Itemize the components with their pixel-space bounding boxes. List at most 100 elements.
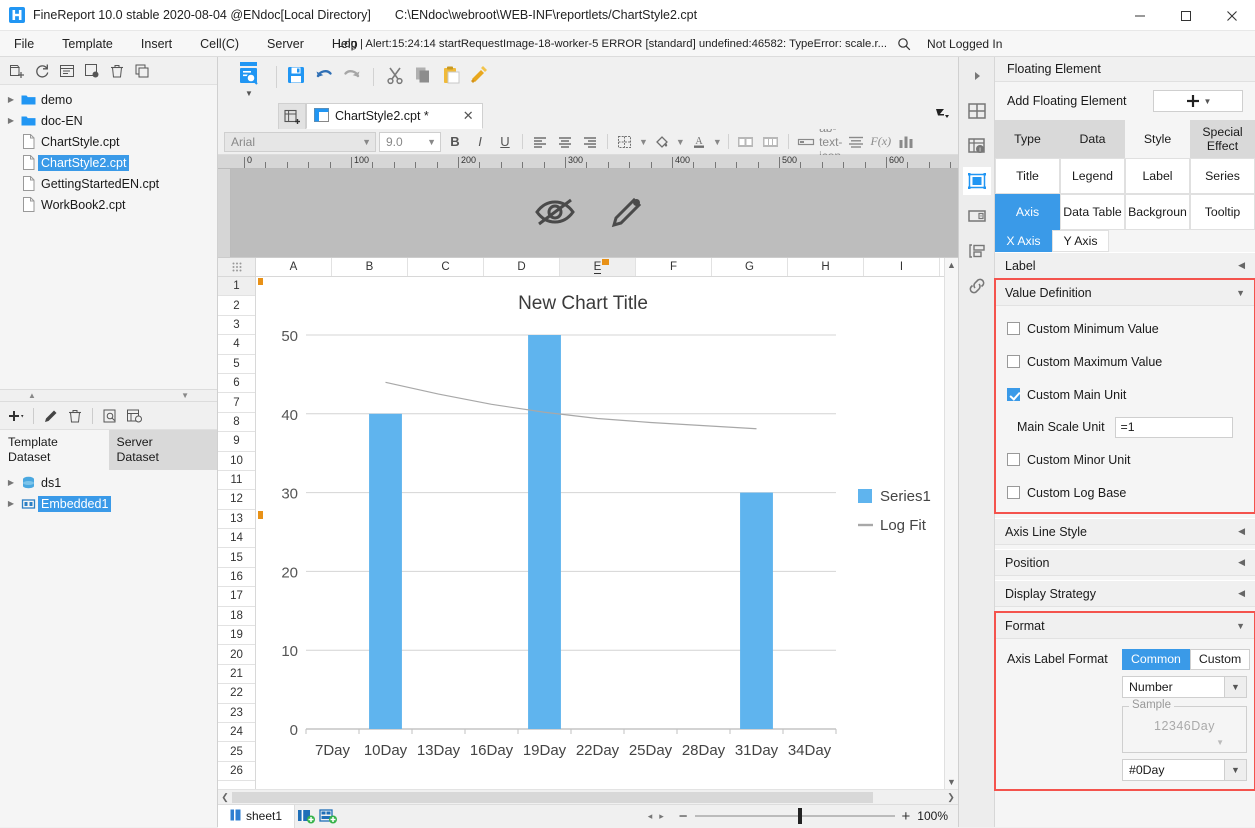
settings-icon[interactable] <box>81 60 103 82</box>
vertical-scrollbar[interactable]: ▲ ▼ <box>944 258 958 789</box>
scroll-up-arrow[interactable]: ▲ <box>945 258 958 270</box>
row-header-8[interactable]: 8 <box>218 413 255 433</box>
font-family-select[interactable]: Arial ▼ <box>224 131 376 152</box>
style-tooltip-button[interactable]: Tooltip <box>1190 194 1255 230</box>
merge-cells-icon[interactable] <box>735 132 757 152</box>
font-color-icon[interactable]: A <box>688 132 710 152</box>
tree-item-workbook2[interactable]: WorkBook2.cpt <box>0 194 217 215</box>
row-header-5[interactable]: 5 <box>218 355 255 374</box>
column-header-i[interactable]: I <box>864 258 940 276</box>
row-header-19[interactable]: 19 <box>218 626 255 646</box>
horizontal-scrollbar[interactable]: ❮ ❯ <box>218 789 958 804</box>
fill-color-icon[interactable] <box>651 132 673 152</box>
pencil-icon[interactable] <box>610 195 644 232</box>
align-center-icon[interactable] <box>554 132 576 152</box>
expand-arrow-icon[interactable] <box>963 62 991 90</box>
chevron-down-icon[interactable]: ▼ <box>639 137 648 147</box>
copy-icon[interactable] <box>410 62 436 88</box>
minimize-button[interactable] <box>1117 0 1163 31</box>
row-header-16[interactable]: 16 <box>218 568 255 588</box>
chevron-left-icon[interactable]: ◀ <box>1238 588 1245 599</box>
section-display-strategy[interactable]: Display Strategy ◀ <box>995 580 1255 607</box>
custom-maximum-checkbox[interactable] <box>1007 355 1020 368</box>
align-right-icon[interactable] <box>579 132 601 152</box>
zoom-in-button[interactable]: + <box>902 808 911 825</box>
row-header-4[interactable]: 4 <box>218 335 255 355</box>
paragraph-icon[interactable] <box>845 132 867 152</box>
row-header-13[interactable]: 13 <box>218 510 255 530</box>
eye-off-icon[interactable] <box>532 195 578 232</box>
close-icon[interactable]: ✕ <box>463 108 474 124</box>
chevron-right-icon[interactable]: ▶ <box>4 116 18 125</box>
chevron-down-icon[interactable]: ▼ <box>362 137 371 147</box>
chevron-left-icon[interactable]: ◀ <box>1238 260 1245 271</box>
align-left-icon[interactable] <box>529 132 551 152</box>
row-header-26[interactable]: 26 <box>218 762 255 782</box>
chevron-down-icon[interactable]: ▼ <box>713 137 722 147</box>
row-header-24[interactable]: 24 <box>218 723 255 743</box>
chevron-down-icon[interactable]: ▼ <box>1224 677 1246 697</box>
style-data-table-button[interactable]: Data Table <box>1060 194 1125 230</box>
column-header-e[interactable]: E <box>560 258 636 276</box>
chevron-down-icon[interactable]: ▼ <box>427 137 436 147</box>
tab-server-dataset[interactable]: Server Dataset <box>108 430 217 470</box>
delete-icon[interactable] <box>64 405 86 427</box>
column-header-b[interactable]: B <box>332 258 408 276</box>
section-format[interactable]: Format ▼ <box>995 612 1255 639</box>
border-icon[interactable] <box>614 132 636 152</box>
row-header-11[interactable]: 11 <box>218 471 255 491</box>
row-header-17[interactable]: 17 <box>218 587 255 607</box>
format-pattern-select[interactable]: #0Day ▼ <box>1122 759 1247 781</box>
row-header-18[interactable]: 18 <box>218 607 255 627</box>
select-all-corner[interactable] <box>218 258 256 276</box>
edit-icon[interactable] <box>40 405 62 427</box>
ab-text-icon[interactable]: ab-text-icon <box>819 121 842 163</box>
preview-icon[interactable]: ▼ <box>228 57 270 99</box>
row-header-1[interactable]: 1 <box>218 277 255 297</box>
row-header-15[interactable]: 15 <box>218 548 255 568</box>
redo-icon[interactable] <box>339 62 365 88</box>
menu-insert[interactable]: Insert <box>127 31 186 57</box>
scroll-left-arrow[interactable]: ❮ <box>218 792 232 803</box>
add-floating-element-button[interactable]: ▼ <box>1153 90 1243 112</box>
formula-icon[interactable]: F(x) <box>870 132 892 152</box>
column-header-g[interactable]: G <box>712 258 788 276</box>
search-dataset-icon[interactable] <box>123 405 145 427</box>
column-header-d[interactable]: D <box>484 258 560 276</box>
chevron-down-icon[interactable]: ▼ <box>1236 621 1245 631</box>
chart-icon[interactable] <box>895 132 917 152</box>
grid-cells[interactable]: New Chart Title 0 10 20 30 40 50 7Day 10Day 13Day… <box>256 277 958 789</box>
checkbox-row-custom-log-base[interactable]: Custom Log Base <box>995 476 1255 509</box>
panel-splitter[interactable]: ▲ ▼ <box>0 389 217 402</box>
sheet-tab-sheet1[interactable]: sheet1 <box>218 804 296 828</box>
scroll-thumb[interactable] <box>232 791 873 803</box>
refresh-icon[interactable] <box>31 60 53 82</box>
row-header-22[interactable]: 22 <box>218 684 255 704</box>
row-header-21[interactable]: 21 <box>218 665 255 685</box>
style-series-button[interactable]: Series <box>1190 158 1255 194</box>
column-header-f[interactable]: F <box>636 258 712 276</box>
underline-button[interactable]: U <box>494 132 516 152</box>
row-header-20[interactable]: 20 <box>218 645 255 665</box>
prev-sheet-arrow[interactable]: ◂ <box>648 811 653 822</box>
tree-item-doc-en[interactable]: ▶ doc-EN <box>0 110 217 131</box>
section-axis-line-style[interactable]: Axis Line Style ◀ <box>995 518 1255 545</box>
new-sheet-icon[interactable] <box>278 103 306 129</box>
splitter-up-arrow[interactable]: ▲ <box>28 391 36 400</box>
tab-special-effect[interactable]: Special Effect <box>1190 120 1255 158</box>
chart-container[interactable]: New Chart Title 0 10 20 30 40 50 7Day 10Day 13Day… <box>256 277 958 789</box>
section-position[interactable]: Position ◀ <box>995 549 1255 576</box>
row-header-7[interactable]: 7 <box>218 393 255 413</box>
tab-x-axis[interactable]: X Axis <box>995 230 1052 252</box>
row-header-12[interactable]: 12 <box>218 490 255 510</box>
dataset-item-embedded1[interactable]: ▶ Embedded1 <box>0 493 217 514</box>
column-header-a[interactable]: A <box>256 258 332 276</box>
add-icon[interactable] <box>5 405 27 427</box>
rename-icon[interactable] <box>56 60 78 82</box>
widget-settings-icon[interactable] <box>963 202 991 230</box>
save-icon[interactable] <box>283 62 309 88</box>
chevron-left-icon[interactable]: ◀ <box>1238 526 1245 537</box>
chevron-down-icon[interactable]: ▼ <box>1204 97 1212 106</box>
row-header-14[interactable]: 14 <box>218 529 255 549</box>
delete-icon[interactable] <box>106 60 128 82</box>
